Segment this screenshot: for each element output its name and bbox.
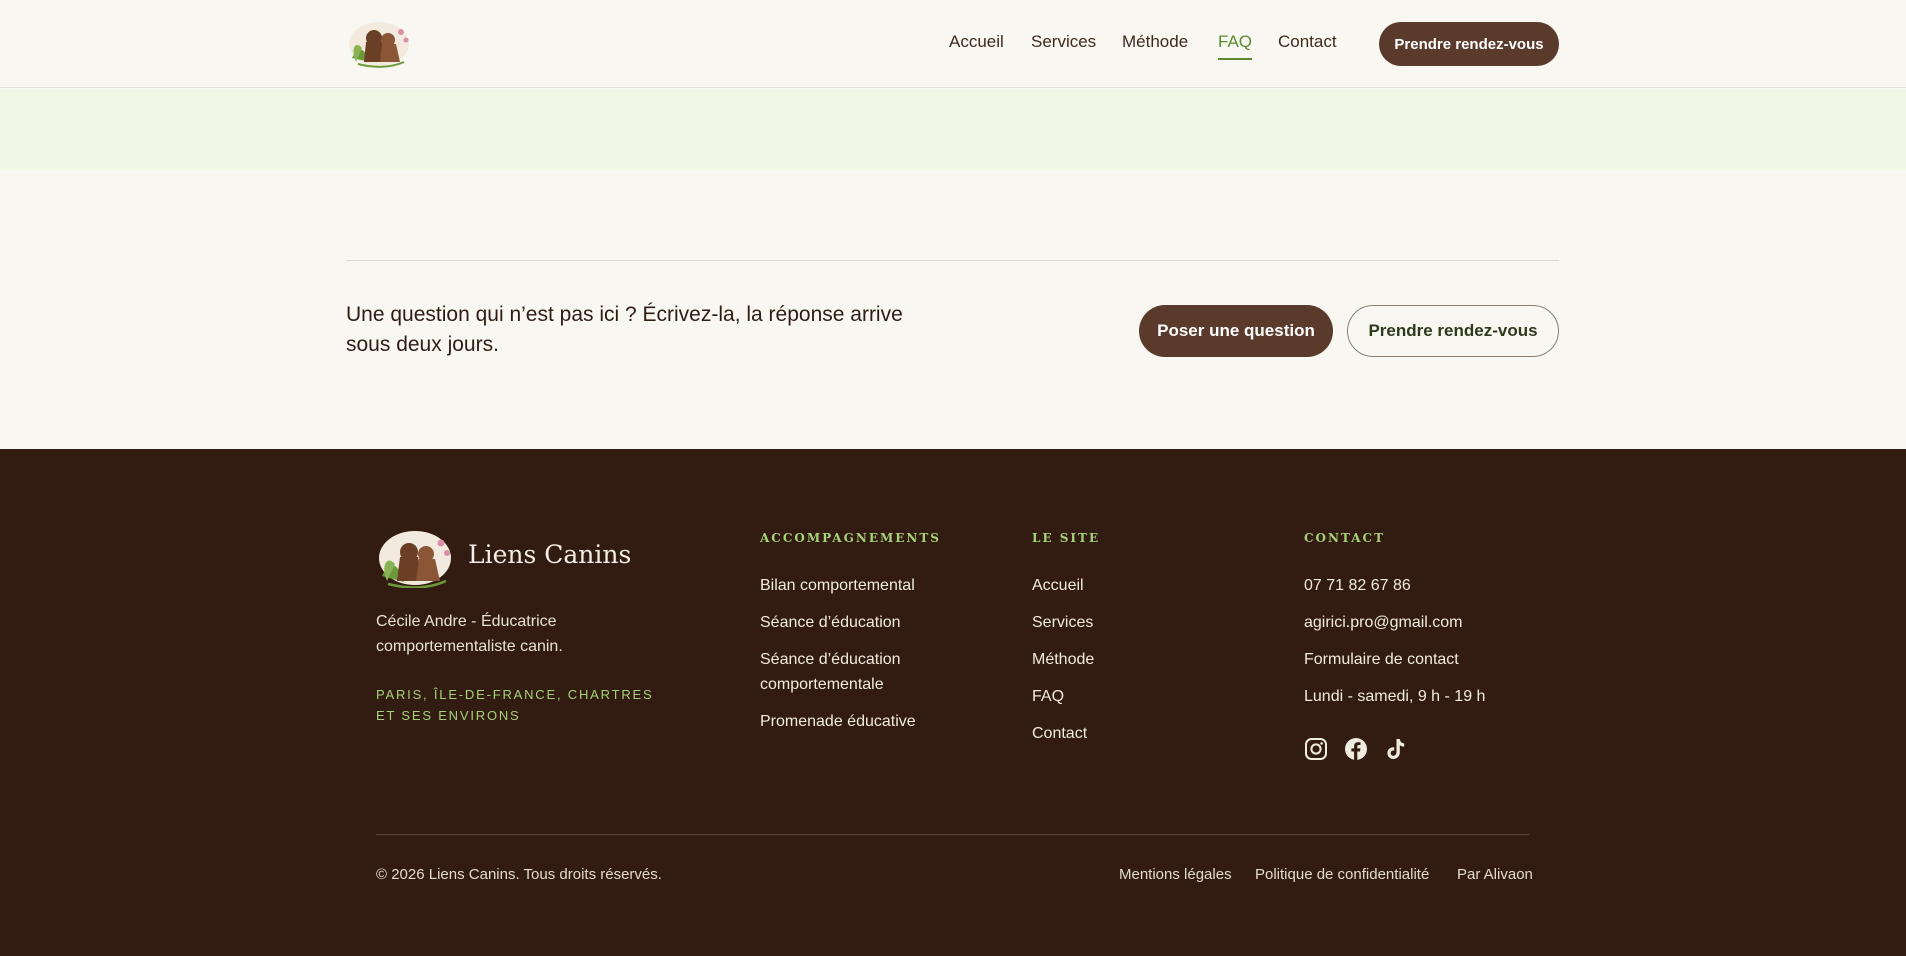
main-nav: Accueil Services Méthode FAQ Contact	[0, 30, 1906, 60]
footer-link-seance-comportementale[interactable]: Séance d’éducation comportementale	[760, 647, 960, 697]
footer-link-bilan[interactable]: Bilan comportemental	[760, 573, 915, 598]
footer-contact-form-link[interactable]: Formulaire de contact	[1304, 647, 1459, 672]
footer-copyright: © 2026 Liens Canins. Tous droits réservé…	[376, 866, 662, 883]
nav-accueil[interactable]: Accueil	[949, 30, 1004, 54]
footer-link-services[interactable]: Services	[1032, 610, 1093, 635]
footer-link-methode[interactable]: Méthode	[1032, 647, 1094, 672]
facebook-icon[interactable]	[1344, 737, 1368, 761]
privacy-policy-link[interactable]: Politique de confidentialité	[1255, 866, 1429, 883]
nav-methode[interactable]: Méthode	[1122, 30, 1188, 54]
legal-notice-link[interactable]: Mentions légales	[1119, 866, 1232, 883]
footer-hours: Lundi - samedi, 9 h - 19 h	[1304, 688, 1486, 705]
footer-description: Cécile Andre - Éducatrice comportemental…	[376, 613, 563, 655]
hero-band	[0, 89, 1906, 170]
header-appointment-button[interactable]: Prendre rendez-vous	[1379, 22, 1559, 66]
cta-text: Une question qui n’est pas ici ? Écrivez…	[346, 303, 903, 356]
footer-link-seance-education[interactable]: Séance d’éducation	[760, 610, 901, 635]
footer-phone-link[interactable]: 07 71 82 67 86	[1304, 573, 1411, 598]
footer-region: PARIS, ÎLE-DE-FRANCE, CHARTRES ET SES EN…	[376, 687, 654, 723]
nav-services[interactable]: Services	[1031, 30, 1096, 54]
site-header: Accueil Services Méthode FAQ Contact Pre…	[0, 0, 1906, 88]
nav-faq[interactable]: FAQ	[1218, 30, 1253, 60]
credit-link[interactable]: Par Alivaon	[1457, 866, 1533, 883]
site-footer	[0, 449, 1906, 956]
footer-link-promenade[interactable]: Promenade éducative	[760, 709, 916, 734]
tiktok-icon[interactable]	[1384, 737, 1408, 761]
section-divider	[346, 260, 1559, 261]
footer-email-link[interactable]: agirici.pro@gmail.com	[1304, 610, 1463, 635]
ask-question-button[interactable]: Poser une question	[1139, 305, 1333, 357]
appointment-button[interactable]: Prendre rendez-vous	[1347, 305, 1559, 357]
footer-logo-icon[interactable]	[376, 528, 454, 588]
footer-brand-name: Liens Canins	[468, 540, 632, 569]
nav-contact[interactable]: Contact	[1278, 30, 1337, 54]
footer-col-title-accompagnements: ACCOMPAGNEMENTS	[760, 531, 941, 545]
footer-link-contact[interactable]: Contact	[1032, 721, 1087, 746]
footer-col-title-site: LE SITE	[1032, 531, 1101, 545]
instagram-icon[interactable]	[1304, 737, 1328, 761]
footer-link-accueil[interactable]: Accueil	[1032, 573, 1084, 598]
footer-link-faq[interactable]: FAQ	[1032, 684, 1064, 709]
footer-divider	[376, 834, 1529, 835]
footer-col-title-contact: CONTACT	[1304, 531, 1386, 545]
